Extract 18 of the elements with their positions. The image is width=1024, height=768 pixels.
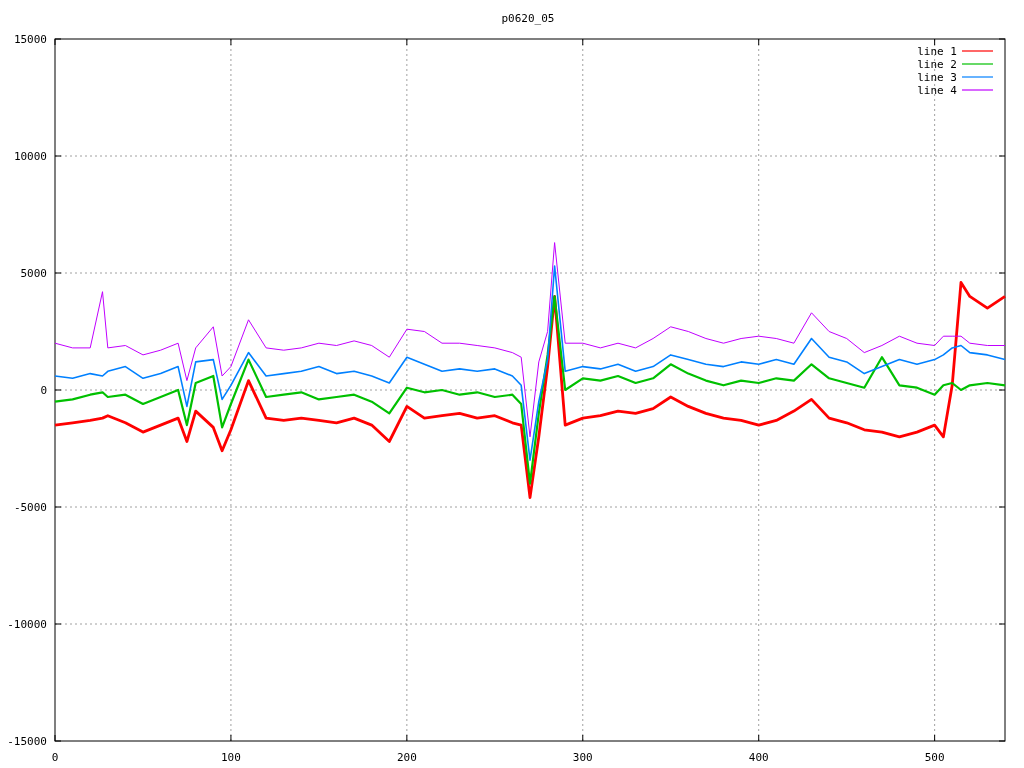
y-tick-label: 0 — [40, 384, 47, 397]
y-tick-label: -15000 — [7, 735, 47, 748]
legend-label: line 4 — [917, 84, 957, 97]
y-tick-label: 15000 — [13, 33, 47, 46]
legend-label: line 1 — [917, 45, 957, 58]
y-tick-label: 5000 — [20, 267, 47, 280]
legend-label: line 3 — [917, 71, 957, 84]
y-tick-label: 10000 — [13, 150, 47, 163]
x-tick-label: 100 — [221, 751, 241, 764]
chart-title: p0620_05 — [501, 12, 555, 25]
x-tick-label: 400 — [748, 751, 769, 764]
x-tick-label: 200 — [396, 751, 417, 764]
x-tick-label: 300 — [572, 751, 593, 764]
x-tick-label: 0 — [51, 751, 59, 764]
y-tick-label: -5000 — [13, 501, 47, 514]
y-tick-label: -10000 — [7, 618, 47, 631]
x-tick-label: 500 — [924, 751, 945, 764]
legend-label: line 2 — [917, 58, 957, 71]
